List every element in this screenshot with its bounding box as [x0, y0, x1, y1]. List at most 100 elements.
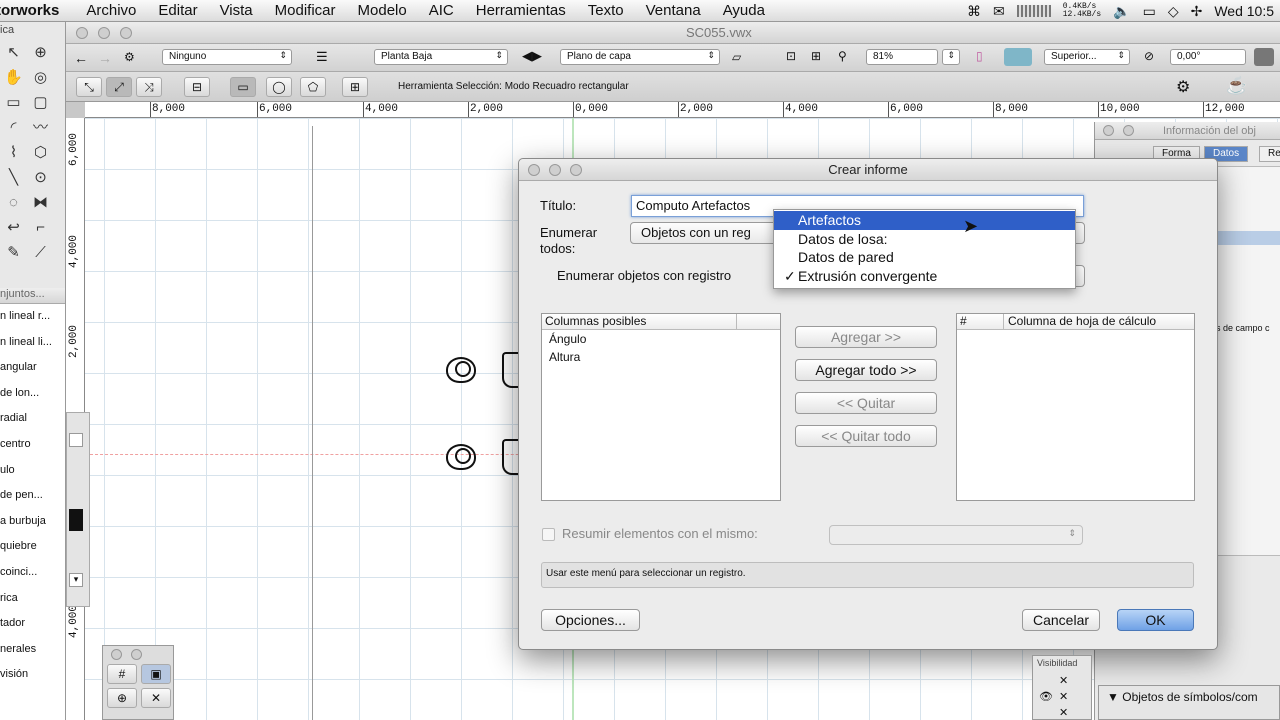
minimize-window-button[interactable] [98, 27, 110, 39]
pan-tool-icon[interactable]: ✋ [0, 65, 27, 90]
disclosure-triangle-icon[interactable]: ▼ [1107, 690, 1119, 704]
freehand-tool-icon[interactable]: 〰 [27, 115, 54, 140]
tool-set-item[interactable]: de pen... [0, 483, 65, 509]
magnifier-icon[interactable]: ⚲ [838, 49, 847, 63]
single-object-scaling-icon[interactable]: ⤢ [106, 77, 132, 97]
menu-modificar[interactable]: Modificar [264, 2, 347, 19]
menu-herramientas[interactable]: Herramientas [465, 2, 577, 19]
possible-columns-list[interactable]: Columnas posibles Ángulo Altura [541, 313, 781, 501]
zoom-tool-icon[interactable]: ⊕ [27, 40, 54, 65]
layer-stack-icon[interactable]: ☰ [316, 49, 328, 65]
tab-render[interactable]: Re [1259, 146, 1280, 162]
close-palette-button[interactable] [111, 649, 122, 660]
tool-set-item[interactable]: visión [0, 662, 65, 688]
collapse-palette-button[interactable] [1123, 125, 1134, 136]
fillet-tool-icon[interactable]: ⌐ [27, 215, 54, 240]
hidden-icon[interactable]: ✕ [1059, 706, 1068, 719]
zoom-popup[interactable]: ⇕ [942, 49, 960, 65]
snap-angle-icon[interactable]: ⊕ [107, 688, 137, 708]
back-arrow-icon[interactable]: ← [74, 50, 88, 66]
wifi-icon[interactable]: ◇ [1168, 3, 1179, 20]
add-all-button[interactable]: Agregar todo >> [795, 359, 937, 381]
bluetooth-icon[interactable]: ✢ [1191, 3, 1203, 20]
spreadsheet-columns-list[interactable]: # Columna de hoja de cálculo [956, 313, 1195, 501]
app-menu[interactable]: torworks [0, 2, 75, 19]
tool-set-item[interactable]: nerales [0, 637, 65, 663]
forward-arrow-icon[interactable]: → [98, 50, 112, 66]
line-tool-icon[interactable]: ╲ [0, 165, 27, 190]
eye-icon[interactable]: 👁 [1039, 690, 1053, 703]
plane-icon[interactable]: ▱ [732, 50, 741, 64]
teapot-icon[interactable]: ☕ [1226, 76, 1247, 96]
summarize-checkbox[interactable] [542, 528, 555, 541]
arc-tool-icon[interactable]: ◜ [0, 115, 27, 140]
tool-set-item[interactable]: n lineal r... [0, 304, 65, 330]
remove-all-button[interactable]: << Quitar todo [795, 425, 937, 447]
pen-color-swatch[interactable] [69, 509, 83, 531]
multiple-object-scaling-icon[interactable]: ⤨ [136, 77, 162, 97]
flyover-tool-icon[interactable]: ◎ [27, 65, 54, 90]
rotate-plan-icon[interactable]: ⊘ [1144, 49, 1154, 63]
close-window-button[interactable] [76, 27, 88, 39]
tool-set-item[interactable]: quiebre [0, 534, 65, 560]
list-item[interactable]: Altura [542, 348, 780, 366]
menu-vista[interactable]: Vista [209, 2, 264, 19]
record-option-datos-losa[interactable]: Datos de losa: [774, 230, 1075, 249]
battery-icon[interactable]: ▭ [1143, 3, 1156, 20]
fixture-symbol[interactable] [502, 439, 518, 475]
class-options-icon[interactable]: ⚙ [124, 50, 135, 64]
fixture-symbol[interactable] [446, 444, 476, 470]
circle-tool-icon[interactable]: ◌ [0, 190, 27, 215]
menu-editar[interactable]: Editar [147, 2, 208, 19]
fixture-symbol[interactable] [502, 352, 518, 388]
polygon-marquee-icon[interactable]: ⬠ [300, 77, 326, 97]
ok-button[interactable]: OK [1117, 609, 1194, 631]
fill-swatch[interactable] [69, 433, 83, 447]
eyedropper-tool-icon[interactable]: ⊙ [27, 165, 54, 190]
paint-tool-icon[interactable]: ✎ [0, 240, 27, 265]
polygon-tool-icon[interactable]: ⬡ [27, 140, 54, 165]
tool-set-item[interactable]: coinci... [0, 560, 65, 586]
menu-aic[interactable]: AIC [418, 2, 465, 19]
chevron-down-icon[interactable]: ▾ [69, 573, 83, 587]
zoom-fit-icon[interactable]: ⊡ [786, 49, 796, 63]
tool-set-item[interactable]: centro [0, 432, 65, 458]
activity-graph-icon[interactable] [1016, 5, 1051, 17]
close-dialog-button[interactable] [528, 164, 540, 176]
mirror-tool-icon[interactable]: ⧓ [27, 190, 54, 215]
snap-grid-icon[interactable]: # [107, 664, 137, 684]
summarize-popup[interactable]: ⇕ [829, 525, 1083, 545]
disable-interactive-scaling-icon[interactable]: ⤡ [76, 77, 102, 97]
tool-set-item[interactable]: a burbuja [0, 509, 65, 535]
layer-options-icon[interactable]: ◀▶ [522, 48, 542, 64]
polyline-tool-icon[interactable]: ⌇ [0, 140, 27, 165]
add-button[interactable]: Agregar >> [795, 326, 937, 348]
render-mode-button[interactable] [1004, 48, 1032, 66]
view-popup[interactable]: Superior... ⇕ [1044, 49, 1130, 65]
dimension-tool-icon[interactable]: ⟋ [27, 240, 54, 265]
list-item[interactable]: Ángulo [542, 330, 780, 348]
selection-tool-icon[interactable]: ↖ [0, 40, 27, 65]
snap-intersection-icon[interactable]: ✕ [141, 688, 171, 708]
cancel-button[interactable]: Cancelar [1022, 609, 1100, 631]
selection-preferences-icon[interactable]: ⊞ [342, 77, 368, 97]
record-option-extrusion[interactable]: ✓ Extrusión convergente [774, 267, 1075, 286]
record-option-datos-pared[interactable]: Datos de pared [774, 248, 1075, 267]
zoom-window-button[interactable] [120, 27, 132, 39]
rectangular-marquee-icon[interactable]: ▭ [230, 77, 256, 97]
layer-popup[interactable]: Planta Baja ⇕ [374, 49, 508, 65]
tool-set-item[interactable]: angular [0, 355, 65, 381]
rectangle-tool-icon[interactable]: ▭ [0, 90, 27, 115]
menu-ayuda[interactable]: Ayuda [712, 2, 776, 19]
layer-plane-popup[interactable]: Plano de capa ⇕ [560, 49, 720, 65]
menu-archivo[interactable]: Archivo [75, 2, 147, 19]
tool-set-item[interactable]: rica [0, 586, 65, 612]
clock[interactable]: Wed 10:5 [1214, 3, 1274, 19]
fixture-symbol[interactable] [446, 357, 476, 383]
keyboard-icon[interactable]: ⌘ [967, 3, 981, 20]
minimize-dialog-button[interactable] [549, 164, 561, 176]
zoom-dialog-button[interactable] [570, 164, 582, 176]
close-palette-button[interactable] [1103, 125, 1114, 136]
zoom-selection-icon[interactable]: ⊞ [811, 49, 821, 63]
hidden-icon[interactable]: ✕ [1059, 674, 1068, 687]
